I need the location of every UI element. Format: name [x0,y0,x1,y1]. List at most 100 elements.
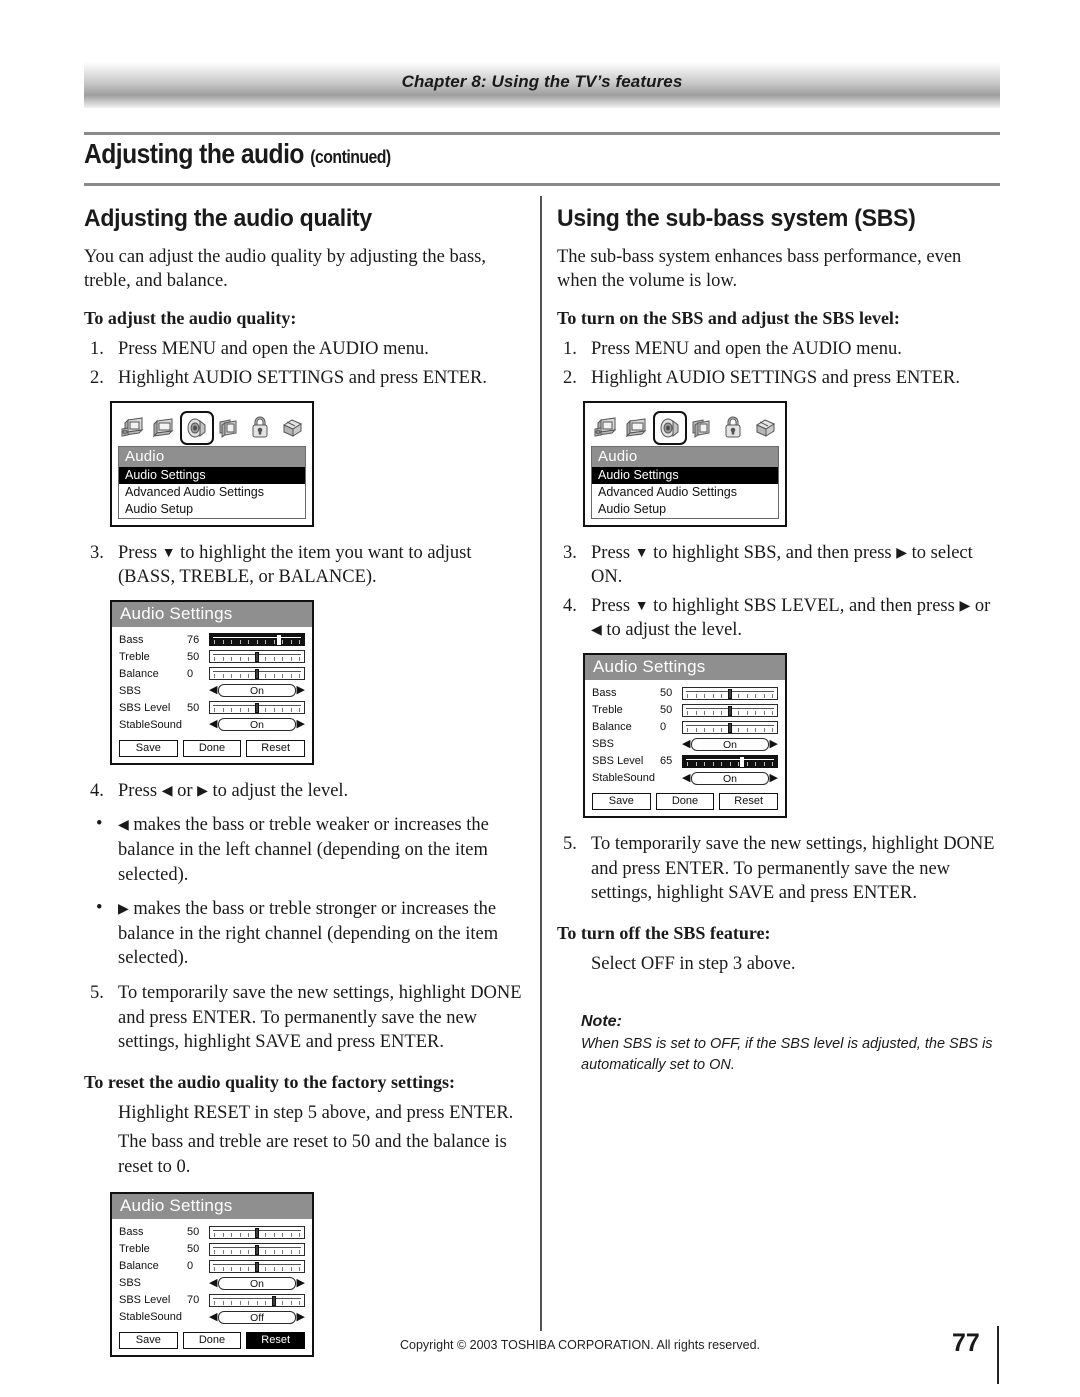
right-arrow-icon[interactable]: ▶ [770,738,778,750]
save-button[interactable]: Save [119,739,178,757]
settings-row[interactable]: Balance 0 [119,1258,305,1274]
slider[interactable] [682,686,778,700]
settings-row[interactable]: SBS Level 50 [119,700,305,716]
done-button[interactable]: Done [182,739,242,757]
save-button[interactable]: Save [592,793,651,811]
slider-thumb[interactable] [728,705,732,716]
right-arrow-icon[interactable]: ▶ [297,1277,305,1289]
slider[interactable] [209,701,305,715]
settings-row-control[interactable] [209,1242,305,1256]
settings-row[interactable]: Balance 0 [592,719,778,735]
right-arrow-icon[interactable]: ▶ [770,772,778,784]
left-arrow-icon[interactable]: ◀ [209,1277,217,1289]
reset-button[interactable]: Reset [246,1332,306,1350]
slider-thumb[interactable] [255,669,259,680]
settings-row-control[interactable]: ◀ On ▶ [209,718,305,732]
right-arrow-icon[interactable]: ▶ [297,1311,305,1323]
osd-menu-item-advanced-audio-settings[interactable]: Advanced Audio Settings [119,483,305,501]
slider-thumb[interactable] [255,1227,259,1238]
done-button[interactable]: Done [182,1332,242,1350]
settings-row-control[interactable] [209,1259,305,1273]
slider-thumb[interactable] [728,688,732,699]
settings-row[interactable]: Bass 50 [119,1224,305,1240]
speaker-icon[interactable] [652,410,687,445]
settings-row[interactable]: SBS ◀ On ▶ [119,1275,305,1291]
slider[interactable] [209,1242,305,1256]
slider-thumb[interactable] [255,1244,259,1255]
settings-row-control[interactable] [209,1293,305,1307]
settings-row[interactable]: Balance 0 [119,666,305,682]
left-arrow-icon[interactable]: ◀ [682,738,690,750]
settings-row[interactable]: SBS Level 70 [119,1292,305,1308]
save-button[interactable]: Save [119,1332,178,1350]
setup-icon[interactable] [751,415,777,441]
slider[interactable] [209,667,305,681]
settings-row-control[interactable] [209,650,305,664]
slider[interactable] [682,720,778,734]
settings-row[interactable]: Treble 50 [119,649,305,665]
settings-row-control[interactable] [209,1225,305,1239]
settings-row-control[interactable]: ◀ On ▶ [209,1276,305,1290]
left-arrow-icon[interactable]: ◀ [209,719,217,730]
picture-icon[interactable] [120,415,146,441]
slider-thumb[interactable] [740,756,745,767]
settings-row[interactable]: Treble 50 [119,1241,305,1257]
settings-row-control[interactable] [209,701,305,715]
settings-row[interactable]: StableSound ◀ On ▶ [592,770,778,786]
settings-row[interactable]: Bass 76 [119,632,305,648]
option-selector[interactable]: ◀ On ▶ [209,684,305,698]
settings-row-control[interactable] [682,754,778,768]
settings-row[interactable]: Bass 50 [592,685,778,701]
osd-menu-item-advanced-audio-settings[interactable]: Advanced Audio Settings [592,483,778,501]
slider[interactable] [209,1259,305,1273]
slider-thumb[interactable] [728,722,732,733]
lock-icon[interactable] [247,415,273,441]
settings-row[interactable]: StableSound ◀ On ▶ [119,717,305,733]
option-selector[interactable]: ◀ On ▶ [209,1276,305,1290]
osd-menu-item-audio-settings[interactable]: Audio Settings [119,466,305,484]
right-arrow-icon[interactable]: ▶ [297,719,305,730]
reset-button[interactable]: Reset [246,739,306,757]
reset-button[interactable]: Reset [719,793,779,811]
slider[interactable] [209,1225,305,1239]
tv-icon[interactable] [151,415,177,441]
settings-row-control[interactable] [209,633,305,647]
done-button[interactable]: Done [655,793,715,811]
osd-menu-item-audio-setup[interactable]: Audio Setup [119,500,305,518]
right-arrow-icon[interactable]: ▶ [297,685,305,696]
settings-row-control[interactable] [682,703,778,717]
settings-row[interactable]: SBS ◀ On ▶ [119,683,305,699]
osd-menu-item-audio-settings[interactable]: Audio Settings [592,466,778,484]
settings-row-control[interactable]: ◀ Off ▶ [209,1310,305,1324]
option-selector[interactable]: ◀ Off ▶ [209,1310,305,1324]
slider-thumb[interactable] [255,1261,259,1272]
osd-menu-item-audio-setup[interactable]: Audio Setup [592,500,778,518]
lock-icon[interactable] [720,415,746,441]
slider-thumb[interactable] [255,652,259,663]
slider[interactable] [209,633,305,647]
option-selector[interactable]: ◀ On ▶ [682,771,778,785]
left-arrow-icon[interactable]: ◀ [209,1311,217,1323]
settings-row-control[interactable] [209,667,305,681]
left-arrow-icon[interactable]: ◀ [209,685,217,696]
channels-icon[interactable] [216,415,242,441]
settings-row-control[interactable] [682,686,778,700]
settings-row[interactable]: SBS Level 65 [592,753,778,769]
speaker-icon[interactable] [179,410,214,445]
picture-icon[interactable] [593,415,619,441]
slider[interactable] [682,754,778,768]
channels-icon[interactable] [689,415,715,441]
slider[interactable] [682,703,778,717]
option-selector[interactable]: ◀ On ▶ [209,718,305,732]
left-arrow-icon[interactable]: ◀ [682,772,690,784]
option-selector[interactable]: ◀ On ▶ [682,737,778,751]
slider-thumb[interactable] [255,703,259,714]
settings-row[interactable]: Treble 50 [592,702,778,718]
setup-icon[interactable] [278,415,304,441]
slider-thumb[interactable] [276,635,281,646]
slider[interactable] [209,650,305,664]
settings-row-control[interactable]: ◀ On ▶ [682,771,778,785]
slider[interactable] [209,1293,305,1307]
slider-thumb[interactable] [271,1295,276,1306]
settings-row-control[interactable] [682,720,778,734]
